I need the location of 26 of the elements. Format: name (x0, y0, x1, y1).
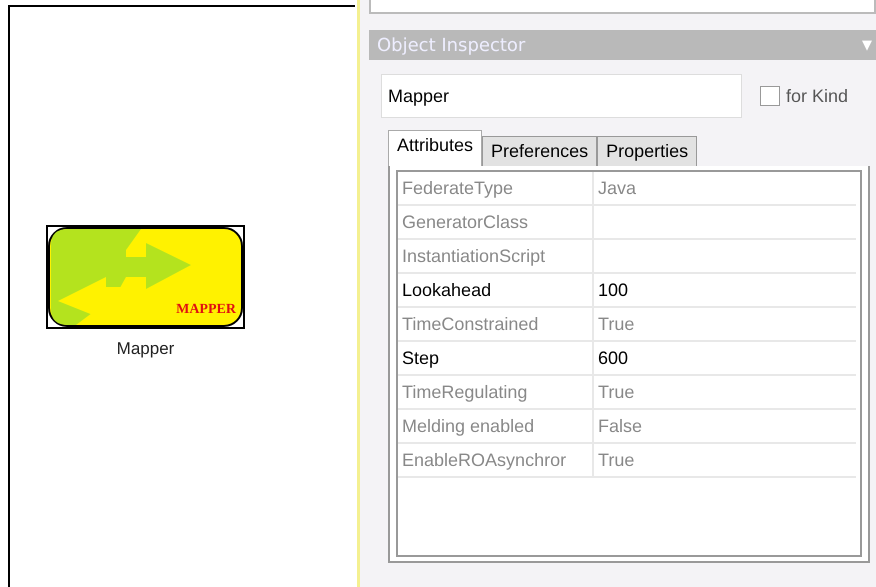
attribute-name: Step (398, 342, 594, 374)
attribute-name: TimeRegulating (398, 376, 594, 408)
attribute-value[interactable]: True (594, 444, 856, 476)
node-label: Mapper (116, 339, 174, 359)
attribute-name: Lookahead (398, 274, 594, 306)
logo-text: MAPPER (176, 302, 236, 317)
attribute-value[interactable]: True (594, 376, 856, 408)
attribute-name: TimeConstrained (398, 308, 594, 340)
attribute-value[interactable]: False (594, 410, 856, 442)
tab[interactable]: Properties (597, 136, 698, 166)
mapper-node-icon[interactable]: MAPPER (46, 225, 245, 329)
attribute-value[interactable]: True (594, 308, 856, 340)
attribute-value[interactable]: 100 (594, 274, 856, 306)
attribute-name: EnableROAsynchror (398, 444, 594, 476)
for-kind-checkbox[interactable] (760, 86, 780, 106)
attribute-name: GeneratorClass (398, 206, 594, 238)
attribute-name: FederateType (398, 172, 594, 204)
tab[interactable]: Preferences (482, 136, 598, 166)
attribute-value[interactable]: 600 (594, 342, 856, 374)
attribute-name: Melding enabled (398, 410, 594, 442)
attribute-name: InstantiationScript (398, 240, 594, 272)
tab[interactable]: Attributes (388, 130, 482, 166)
for-kind-label: for Kind (786, 86, 848, 106)
name-field[interactable]: Mapper (381, 74, 742, 118)
panel-title: Object Inspector (377, 34, 526, 56)
attribute-value[interactable]: Java (594, 172, 856, 204)
